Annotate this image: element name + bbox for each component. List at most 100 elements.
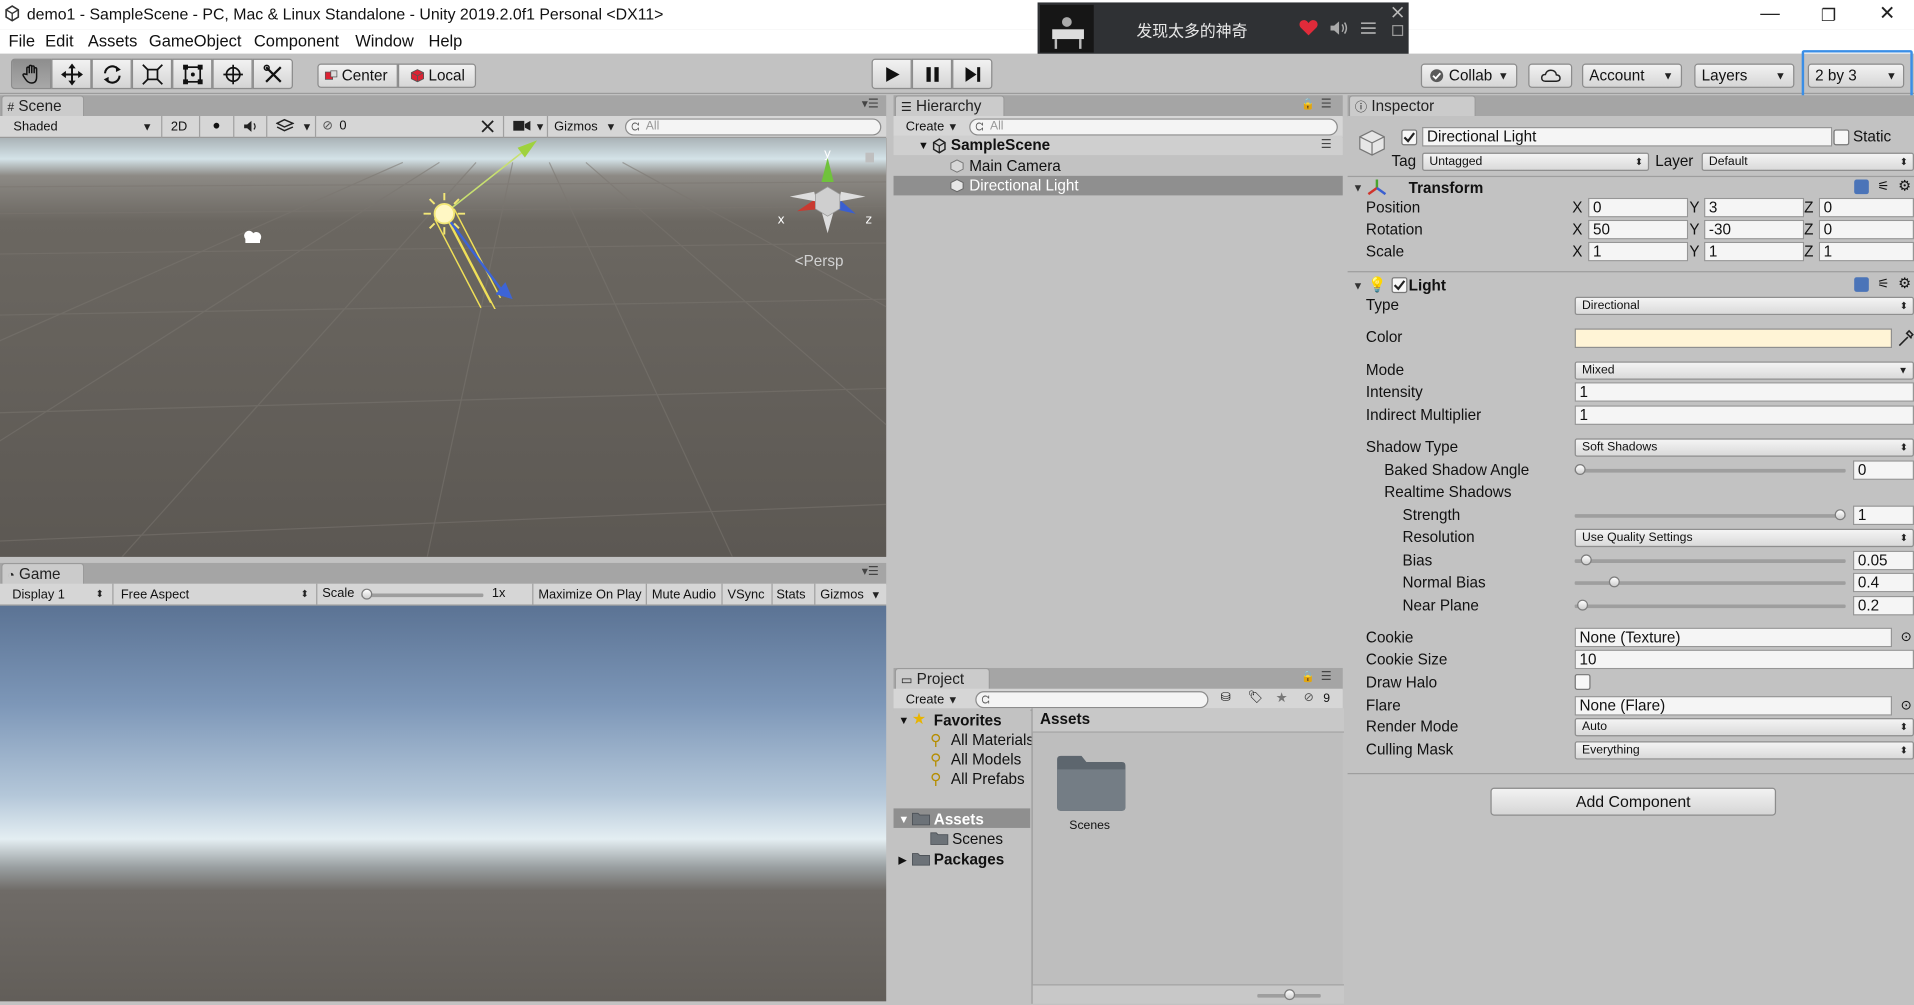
hierarchy-search-input[interactable]: ᘳ All	[969, 118, 1338, 136]
foldout-closed-icon[interactable]: ▶	[898, 850, 906, 870]
hierarchy-item-directional-light[interactable]: Directional Light	[893, 175, 1343, 196]
active-checkbox[interactable]	[1401, 129, 1418, 146]
panel-menu-icon[interactable]: ▾☰	[862, 565, 879, 578]
breadcrumb-assets[interactable]: Assets	[1040, 711, 1090, 728]
menu-help[interactable]: Help	[428, 32, 462, 50]
preset-sliders-icon[interactable]: ⚟	[1877, 276, 1889, 292]
directional-light-gizmo[interactable]	[403, 138, 549, 309]
widget-close-icon[interactable]	[1392, 6, 1404, 18]
strength-field[interactable]: 1	[1852, 505, 1914, 526]
menu-gameobject[interactable]: GameObject	[149, 32, 242, 50]
object-name-field[interactable]: Directional Light	[1422, 126, 1833, 147]
object-picker-icon[interactable]: ⊙	[1901, 629, 1912, 645]
intensity-field[interactable]: 1	[1574, 382, 1914, 402]
light-enabled-checkbox[interactable]	[1391, 277, 1408, 294]
light-title[interactable]: Light	[1409, 276, 1446, 296]
shading-mode-dropdown[interactable]: Shaded ▼	[5, 117, 156, 137]
lock-icon[interactable]: 🔒	[1301, 670, 1315, 683]
gear-icon[interactable]: ⚙	[1898, 177, 1911, 194]
play-button[interactable]	[871, 58, 912, 90]
hierarchy-create-dropdown[interactable]: Create ▼	[898, 117, 961, 137]
game-scale-slider-thumb[interactable]	[361, 588, 373, 600]
mute-audio-toggle[interactable]: Mute Audio	[651, 585, 719, 605]
cookie-object-field[interactable]: None (Texture)	[1574, 627, 1893, 648]
panel-menu-icon[interactable]: ☰	[1321, 98, 1332, 111]
normal-bias-thumb[interactable]	[1608, 576, 1620, 588]
light-color-field[interactable]	[1574, 328, 1893, 349]
custom-tool-button[interactable]	[252, 58, 293, 90]
hidden-eye-icon[interactable]: ⊘	[322, 118, 333, 133]
maximize-button[interactable]: ❐	[1804, 2, 1853, 26]
heart-icon[interactable]	[1299, 20, 1319, 37]
scene-search-input[interactable]: ᘳ All	[624, 118, 882, 136]
game-gizmos-dropdown[interactable]: Gizmos ▼	[819, 585, 882, 605]
help-book-icon[interactable]	[1854, 179, 1869, 195]
project-asset-grid[interactable]: Assets Scenes	[1031, 708, 1344, 1004]
game-viewport[interactable]	[0, 605, 887, 1002]
tag-dropdown[interactable]: Untagged ⬍	[1422, 152, 1650, 171]
projection-toggle[interactable]: <Persp	[795, 253, 844, 270]
hierarchy-item-main-camera[interactable]: Main Camera	[894, 156, 1343, 176]
pivot-local-button[interactable]: Local	[397, 63, 477, 88]
project-folder-tree[interactable]: ▼ ★ Favorites ⚲ All Materials ⚲ All Mode…	[893, 708, 1034, 1004]
volume-icon[interactable]	[1329, 20, 1349, 37]
close-button[interactable]: ✕	[1863, 2, 1912, 26]
icon-size-slider-thumb[interactable]	[1283, 989, 1295, 1001]
scene-viewport[interactable]: y x z <Persp	[0, 137, 887, 557]
effects-icon[interactable]	[275, 118, 295, 133]
draw-halo-checkbox[interactable]	[1574, 674, 1591, 690]
rotation-x-field[interactable]: 50	[1588, 219, 1689, 240]
step-button[interactable]	[952, 58, 993, 90]
resolution-dropdown[interactable]: Use Quality Settings ⬍	[1574, 528, 1914, 548]
mode-2d-toggle[interactable]: 2D	[166, 117, 193, 137]
scale-z-field[interactable]: 1	[1818, 241, 1914, 262]
audio-speaker-icon[interactable]	[243, 120, 259, 133]
panel-menu-icon[interactable]: ▾☰	[862, 98, 879, 111]
light-mode-dropdown[interactable]: Mixed ▼	[1574, 361, 1914, 380]
tab-scene[interactable]: # Scene	[1, 95, 85, 118]
aspect-dropdown[interactable]: Free Aspect ⬍	[115, 585, 313, 605]
folder-scenes-item[interactable]: Scenes	[952, 829, 1003, 849]
chevron-down-icon[interactable]: ▼	[535, 121, 546, 133]
playlist-icon[interactable]	[1360, 20, 1377, 37]
transform-tool-button[interactable]	[212, 58, 253, 90]
normal-bias-field[interactable]: 0.4	[1852, 572, 1914, 593]
tab-hierarchy[interactable]: ☰ Hierarchy	[894, 95, 1005, 118]
scale-y-field[interactable]: 1	[1704, 241, 1805, 262]
lock-icon[interactable]	[865, 152, 874, 163]
strength-slider[interactable]	[1574, 514, 1846, 518]
add-component-button[interactable]: Add Component	[1490, 787, 1777, 816]
scene-menu-icon[interactable]: ☰	[1321, 136, 1332, 156]
scene-row[interactable]: ▼ SampleScene ☰	[893, 135, 1343, 156]
indirect-multiplier-field[interactable]: 1	[1574, 405, 1914, 425]
render-mode-dropdown[interactable]: Auto ⬍	[1574, 718, 1914, 737]
packages-label[interactable]: Packages	[934, 850, 1004, 870]
tab-game[interactable]: ◔ Game	[1, 562, 85, 585]
scene-tools-icon[interactable]	[480, 118, 496, 134]
baked-shadow-angle-field[interactable]: 0	[1852, 460, 1914, 480]
hierarchy-tree[interactable]: ▼ SampleScene ☰ Main Camera Directional …	[893, 135, 1343, 665]
favorites-label[interactable]: Favorites	[934, 711, 1002, 731]
maximize-on-play-toggle[interactable]: Maximize On Play	[537, 585, 642, 605]
strength-thumb[interactable]	[1834, 509, 1846, 521]
favorite-all-models[interactable]: All Models	[951, 750, 1021, 770]
layers-dropdown[interactable]: Layers ▼	[1694, 63, 1795, 88]
culling-mask-dropdown[interactable]: Everything ⬍	[1574, 741, 1914, 760]
light-type-dropdown[interactable]: Directional ⬍	[1574, 296, 1914, 316]
rotation-z-field[interactable]: 0	[1818, 219, 1914, 240]
menu-window[interactable]: Window	[355, 32, 414, 50]
chevron-down-icon[interactable]: ▼	[302, 121, 313, 133]
foldout-open-icon[interactable]: ▼	[1352, 182, 1363, 194]
rotate-tool-button[interactable]	[91, 58, 132, 90]
static-checkbox[interactable]	[1833, 129, 1850, 146]
panel-menu-icon[interactable]: ☰	[1321, 670, 1332, 683]
help-book-icon[interactable]	[1854, 277, 1869, 292]
camera-gizmo-icon[interactable]	[240, 230, 264, 247]
menu-file[interactable]: File	[9, 32, 36, 50]
eyedropper-icon[interactable]	[1897, 328, 1914, 348]
account-dropdown[interactable]: Account ▼	[1581, 63, 1683, 88]
tab-project[interactable]: ▭ Project	[894, 667, 990, 690]
camera-icon[interactable]	[513, 120, 531, 132]
asset-folder-scenes[interactable]: Scenes	[1055, 752, 1128, 837]
move-tool-button[interactable]	[51, 58, 92, 90]
